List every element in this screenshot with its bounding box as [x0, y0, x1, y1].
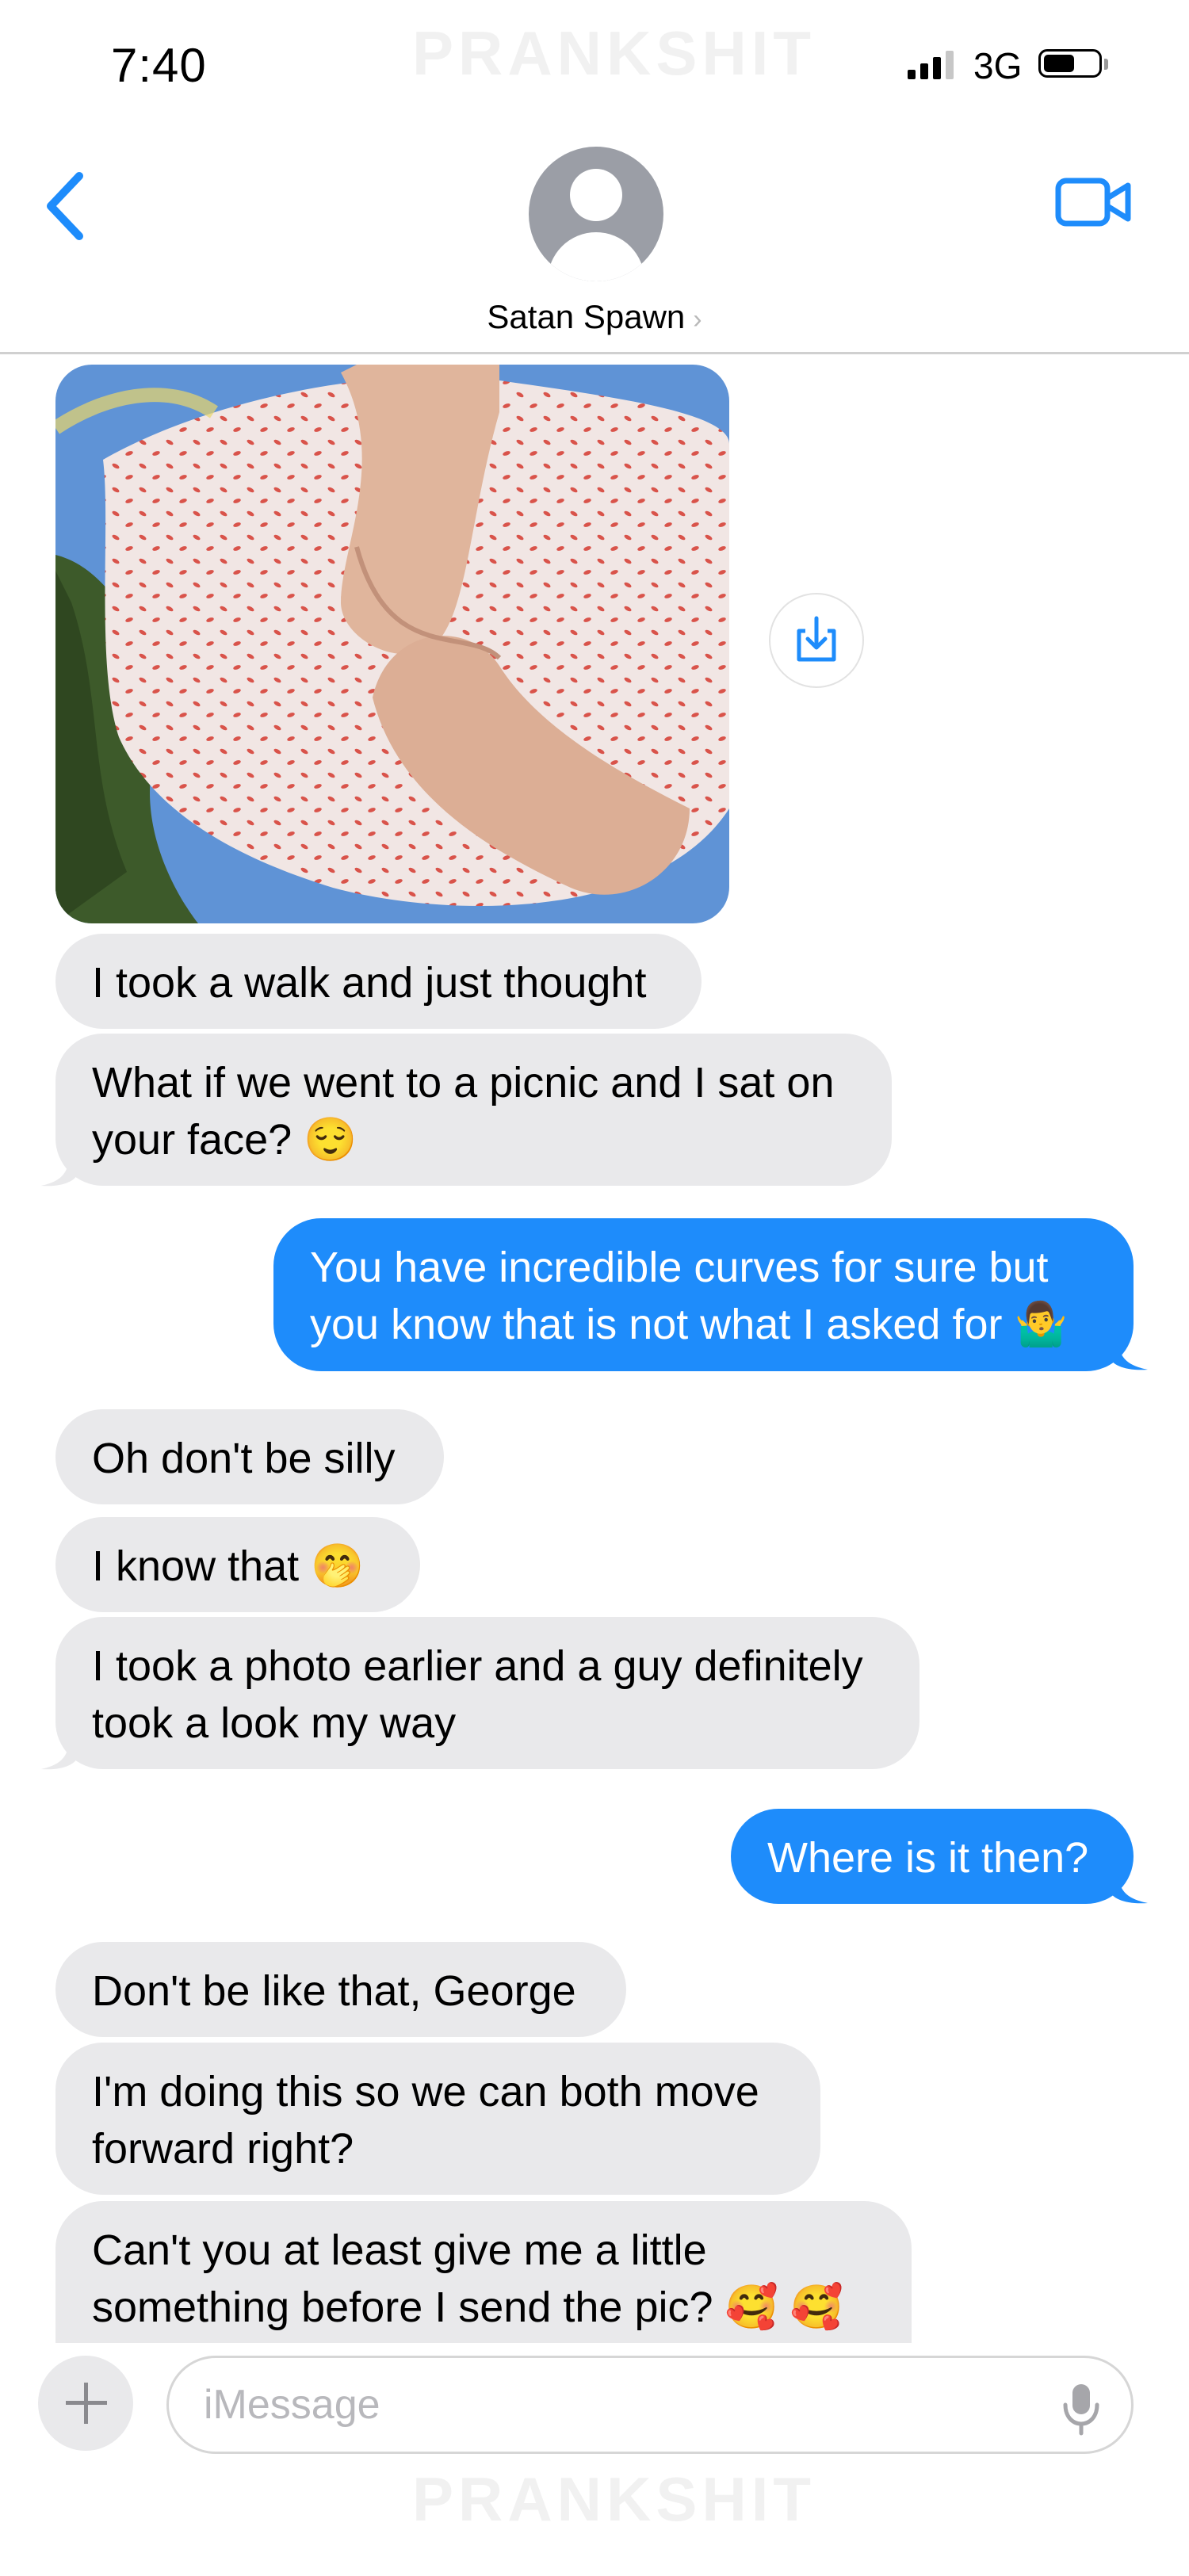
contact-name-button[interactable]: Satan Spawn ›: [0, 298, 1189, 336]
status-time: 7:40: [111, 39, 207, 92]
bubble-tail: [1110, 1333, 1148, 1370]
microphone-icon[interactable]: [1057, 2381, 1105, 2436]
message-line: I took a walk and just thought: [92, 959, 647, 1007]
header-divider: [0, 352, 1189, 354]
outgoing-message[interactable]: You have incredible curves for sure but …: [273, 1218, 1134, 1371]
back-button[interactable]: [41, 166, 97, 246]
message-line: you know that is not what I asked for 🤷‍…: [310, 1301, 1068, 1348]
signal-strength-icon: [908, 48, 954, 79]
watermark-bottom: PRANKSHIT: [412, 2464, 816, 2534]
message-line: Oh don't be silly: [92, 1435, 396, 1482]
video-camera-icon: [1055, 178, 1131, 227]
incoming-message[interactable]: Can't you at least give me a little some…: [55, 2201, 912, 2344]
save-photo-button[interactable]: [769, 593, 864, 688]
outgoing-message[interactable]: Where is it then?: [731, 1809, 1134, 1904]
contact-avatar[interactable]: [529, 147, 663, 281]
message-line: Can't you at least give me a little: [92, 2226, 707, 2274]
incoming-message[interactable]: Don't be like that, George: [55, 1942, 626, 2037]
battery-icon: [1038, 49, 1102, 78]
watermark-top: PRANKSHIT: [412, 18, 816, 88]
bubble-tail: [41, 1149, 78, 1187]
photo-message[interactable]: [55, 365, 729, 923]
message-line: forward right?: [92, 2125, 354, 2173]
chevron-right-icon: ›: [693, 304, 702, 334]
contact-name: Satan Spawn: [487, 298, 686, 335]
message-line: your face? 😌: [92, 1116, 357, 1164]
incoming-message[interactable]: Oh don't be silly: [55, 1409, 444, 1504]
message-line: I took a photo earlier and a guy definit…: [92, 1642, 863, 1690]
incoming-message[interactable]: I took a photo earlier and a guy definit…: [55, 1617, 919, 1769]
message-line: I know that 🤭: [92, 1542, 365, 1590]
plus-icon[interactable]: [38, 2356, 133, 2451]
incoming-message[interactable]: What if we went to a picnic and I sat on…: [55, 1034, 892, 1186]
incoming-message[interactable]: I know that 🤭: [55, 1517, 420, 1612]
chevron-left-icon: [47, 172, 83, 240]
message-line: something before I send the pic? 🥰 🥰: [92, 2284, 843, 2331]
message-line: Don't be like that, George: [92, 1967, 576, 2015]
message-line: What if we went to a picnic and I sat on: [92, 1059, 835, 1106]
message-line: You have incredible curves for sure but: [310, 1244, 1049, 1291]
network-type: 3G: [973, 45, 1023, 86]
photo-image: [55, 365, 729, 923]
person-icon: [570, 169, 622, 221]
message-line: Where is it then?: [767, 1834, 1089, 1882]
incoming-message[interactable]: I took a walk and just thought: [55, 934, 702, 1029]
bubble-tail: [41, 1733, 78, 1770]
facetime-button[interactable]: [1054, 174, 1134, 230]
message-input[interactable]: [166, 2356, 1134, 2454]
message-line: took a look my way: [92, 1699, 457, 1747]
bubble-tail: [1110, 1867, 1148, 1904]
battery-cap: [1104, 59, 1108, 70]
incoming-message[interactable]: I'm doing this so we can both move forwa…: [55, 2043, 820, 2195]
download-icon: [797, 616, 836, 662]
message-line: I'm doing this so we can both move: [92, 2068, 759, 2115]
